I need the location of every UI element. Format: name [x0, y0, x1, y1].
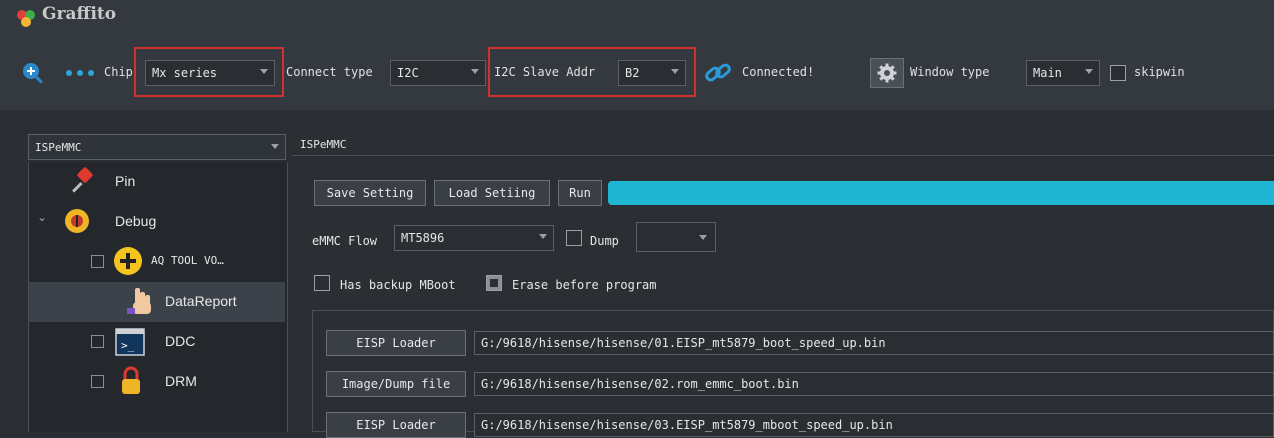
connect-type-select[interactable]: I2C [390, 60, 486, 86]
window-type-select[interactable]: Main [1026, 60, 1100, 86]
title-bar: Graffito [0, 0, 1274, 38]
tree-item-aq-tool[interactable]: AQ TOOL VO… [29, 242, 285, 282]
load-setting-button[interactable]: Load Setiing [434, 180, 550, 206]
module-select[interactable]: ISPeMMC [28, 134, 286, 160]
pushpin-icon [72, 167, 93, 193]
tree-item-datareport[interactable]: DataReport [29, 282, 285, 322]
ddc-checkbox[interactable] [91, 335, 104, 348]
panel-title-text: ISPeMMC [300, 138, 347, 151]
file-path-field[interactable]: G:/9618/hisense/hisense/02.rom_emmc_boot… [474, 372, 1274, 396]
file-row-button[interactable]: Image/Dump file [326, 371, 466, 397]
tree-item-ddc[interactable]: >_ DDC [29, 322, 285, 362]
emmc-flow-label: eMMC Flow [312, 234, 378, 248]
file-row-button[interactable]: EISP Loader [326, 412, 466, 438]
highlight-box-slave-addr [488, 47, 696, 97]
settings-icon [877, 63, 897, 83]
emmc-flow-value: MT5896 [401, 231, 445, 245]
settings-button[interactable] [870, 58, 904, 88]
bug-icon [65, 209, 89, 233]
has-backup-label: Has backup MBoot [340, 278, 456, 292]
connect-type-label: Connect type [286, 65, 373, 79]
tree-item-label: Debug [115, 213, 157, 229]
skipwin-checkbox[interactable] [1110, 65, 1126, 81]
app-window: Graffito Chip Mx series Connect type I2C… [0, 0, 1274, 438]
has-backup-checkbox[interactable] [314, 275, 330, 291]
more-icon[interactable] [64, 68, 96, 78]
dump-label: Dump [590, 234, 619, 248]
zoom-icon[interactable] [20, 60, 46, 86]
chip-label: Chip [104, 65, 133, 79]
svg-text:>_: >_ [121, 339, 135, 352]
save-setting-button[interactable]: Save Setting [314, 180, 426, 206]
hand-icon [127, 288, 151, 314]
chevron-down-icon [1085, 69, 1093, 74]
app-logo-icon [17, 10, 35, 27]
emmc-flow-select[interactable]: MT5896 [394, 225, 554, 251]
file-path-field[interactable]: G:/9618/hisense/hisense/01.EISP_mt5879_b… [474, 331, 1274, 355]
tree-item-label: AQ TOOL VO… [151, 254, 224, 267]
chevron-down-icon [271, 144, 279, 149]
chevron-down-icon [471, 69, 479, 74]
run-button[interactable]: Run [558, 180, 602, 206]
tree-item-label: DDC [165, 333, 196, 349]
file-row-button[interactable]: EISP Loader [326, 330, 466, 356]
dump-select[interactable] [636, 222, 716, 252]
tree-item-label: DataReport [165, 293, 237, 309]
checkbox-indicator [490, 279, 498, 287]
tree-item-drm[interactable]: DRM [29, 362, 285, 402]
app-title: Graffito [42, 4, 117, 24]
chevron-down-icon [699, 235, 707, 240]
tree-item-debug[interactable]: ⌄ Debug [29, 202, 285, 242]
window-type-value: Main [1033, 66, 1062, 80]
erase-label: Erase before program [512, 278, 657, 292]
module-select-value: ISPeMMC [35, 140, 82, 154]
lock-icon [122, 366, 140, 394]
expand-chevron-icon[interactable]: ⌄ [37, 210, 47, 224]
chevron-down-icon [539, 234, 547, 239]
dump-checkbox[interactable] [566, 230, 582, 246]
progress-bar [608, 181, 1274, 205]
connection-status: Connected! [742, 65, 815, 79]
module-tree: Pin ⌄ Debug AQ TOOL VO… DataReport >_ DD… [28, 162, 288, 432]
skipwin-label: skipwin [1134, 65, 1185, 79]
plus-icon [114, 247, 142, 275]
connect-type-value: I2C [397, 66, 419, 80]
tree-item-label: DRM [165, 373, 197, 389]
panel-title: ISPeMMC [292, 134, 1274, 156]
file-path-field[interactable]: G:/9618/hisense/hisense/03.EISP_mt5879_m… [474, 413, 1274, 437]
link-icon[interactable] [702, 58, 734, 88]
aq-tool-checkbox[interactable] [91, 255, 104, 268]
highlight-box-chip [134, 47, 284, 97]
toolbar: Chip Mx series Connect type I2C I2C Slav… [0, 38, 1274, 110]
erase-checkbox[interactable] [486, 275, 502, 291]
left-panel: ISPeMMC Pin ⌄ Debug AQ TOOL VO… DataRepo… [0, 110, 292, 432]
terminal-icon: >_ [115, 328, 145, 356]
window-type-label: Window type [910, 65, 990, 79]
tree-item-pin[interactable]: Pin [29, 162, 285, 202]
tree-item-label: Pin [115, 173, 136, 189]
drm-checkbox[interactable] [91, 375, 104, 388]
